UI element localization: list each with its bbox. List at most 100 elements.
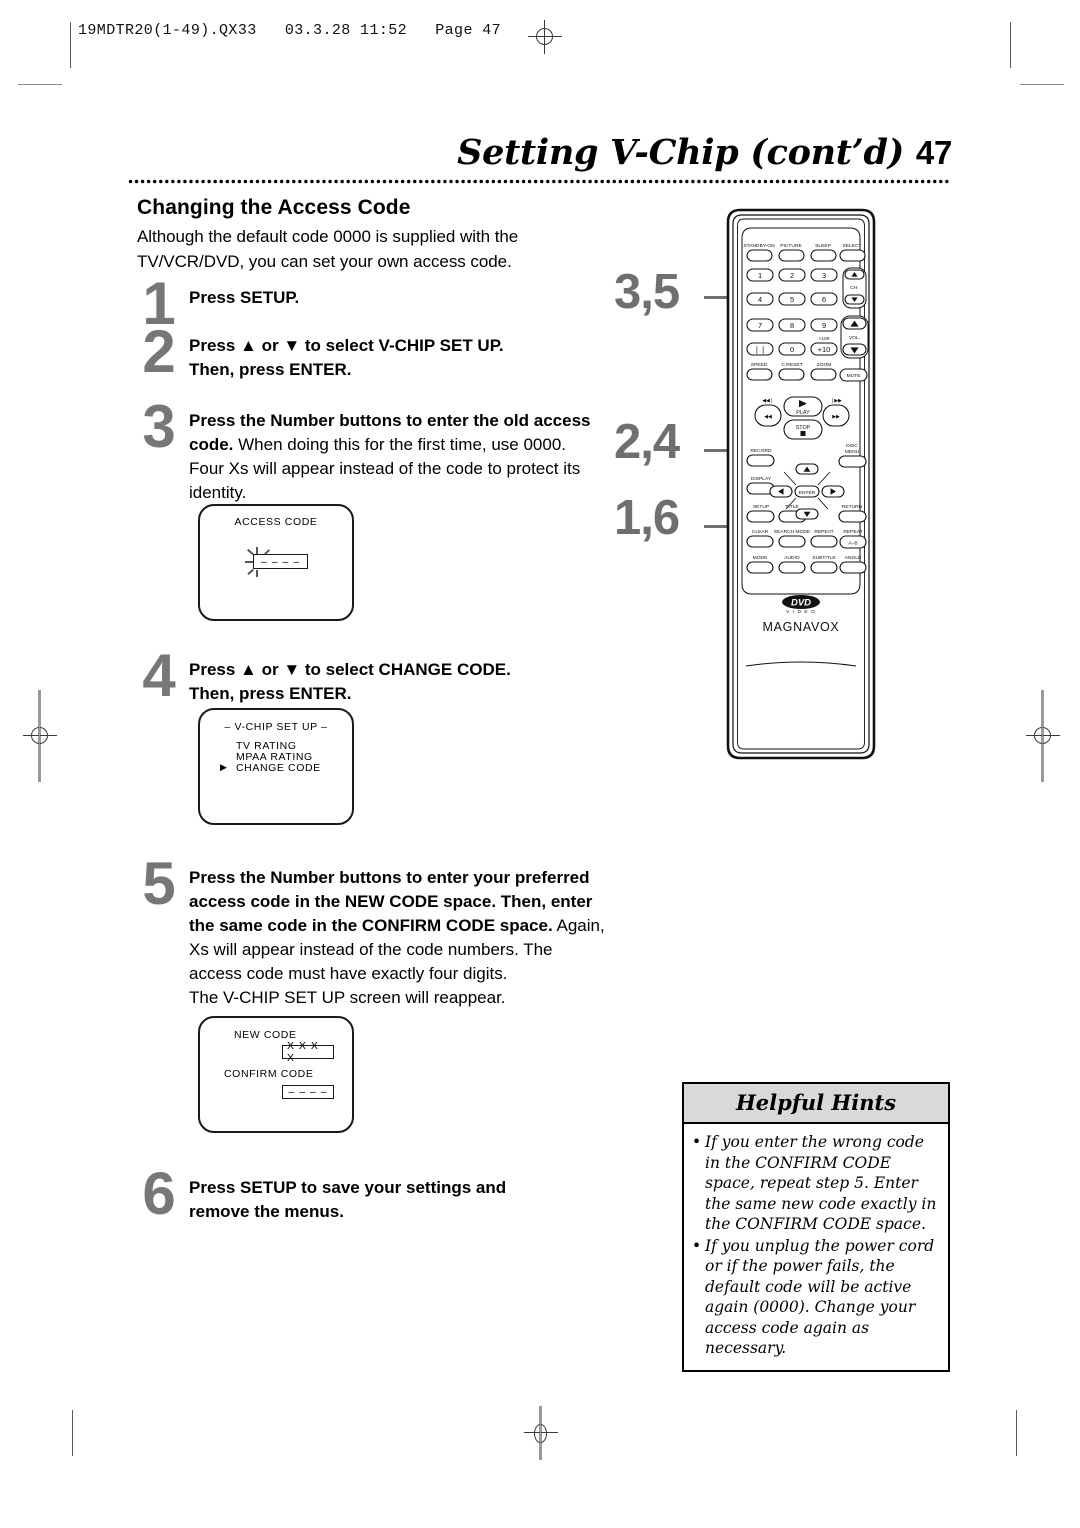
remote-label-select: SELECT [842, 243, 861, 249]
remote-button-repeat[interactable] [810, 535, 838, 548]
remote-label-picture: PICTURE [780, 243, 802, 249]
remote-label-6: 6 [822, 295, 826, 304]
remote-label-display: DISPLAY [751, 476, 772, 482]
step-5-text: Press the Number buttons to enter your p… [189, 868, 605, 1007]
remote-label-5: 5 [790, 295, 794, 304]
remote-label-8: 8 [790, 321, 794, 330]
step-4-text: Press ▲ or ▼ to select CHANGE CODE. Then,… [189, 660, 511, 703]
remote-label-4: 4 [758, 295, 762, 304]
title-divider [128, 179, 950, 184]
step-2-number: 2 [142, 318, 176, 385]
remote-label-enter: ENTER [799, 490, 816, 496]
remote-label-return: RETURN [842, 504, 863, 510]
hint-item: • If you enter the wrong code in the CON… [692, 1132, 938, 1235]
stop-icon [800, 431, 806, 436]
registration-mark-bottom [524, 1416, 558, 1450]
registration-mark-right [1026, 719, 1060, 753]
crop-mark-top-right [1010, 22, 1011, 68]
remote-label-search-mode: SEARCH MODE [774, 529, 811, 535]
remote-label-rewind: ◀◀ [764, 414, 772, 420]
remote-button-audio[interactable] [778, 561, 806, 574]
bullet-icon: • [692, 1133, 702, 1151]
remote-label-angle: ANGLE [845, 555, 862, 561]
remote-label-dvd-video: V I D E O [786, 609, 816, 615]
remote-label-sleep: SLEEP [815, 243, 831, 249]
remote-label-9: 9 [822, 321, 826, 330]
remote-label-standby-on: STANDBY-ON [743, 243, 775, 249]
remote-button-setup[interactable] [746, 510, 775, 523]
remote-button-angle[interactable] [839, 561, 867, 574]
vchip-item-change-code[interactable]: CHANGE CODE [236, 762, 321, 774]
access-code-title: ACCESS CODE [234, 516, 318, 528]
crop-mark-top-left-h [18, 84, 62, 85]
crop-mark-bottom-right [1016, 1410, 1017, 1456]
hint-item: • If you unplug the power cord or if the… [692, 1236, 938, 1359]
crop-mark-bottom-left [72, 1410, 73, 1456]
confirm-code-field: – – – – [282, 1085, 334, 1099]
new-code-field: X X X X [282, 1040, 334, 1064]
remote-button-mode[interactable] [746, 561, 774, 574]
remote-button-disc-menu[interactable] [838, 455, 867, 468]
remote-label-clear: CLEAR [752, 529, 769, 535]
step-3-text: Press the Number buttons to enter the ol… [189, 411, 591, 502]
remote-control-illustration: STANDBY-ON PICTURE SLEEP SELECT 1 2 3 4 … [706, 206, 896, 762]
remote-button-search-mode[interactable] [778, 535, 806, 548]
step-6-text: Press SETUP to save your settings and re… [189, 1178, 507, 1221]
remote-button-c-reset[interactable] [778, 368, 805, 381]
remote-label-2: 2 [790, 271, 794, 280]
remote-label-repeat: REPEAT [814, 529, 833, 535]
remote-button-clear[interactable] [746, 535, 774, 548]
crop-mark-top-left [70, 22, 71, 68]
blink-cursor-icon [245, 547, 270, 577]
remote-label-record: RECORD [750, 448, 772, 454]
remote-label-7: 7 [758, 321, 762, 330]
bullet-icon: • [692, 1236, 702, 1255]
remote-label-play: PLAY [796, 410, 810, 416]
remote-label-next: ❘▶▶ [830, 398, 842, 404]
hint-text: If you unplug the power cord or if the p… [705, 1236, 935, 1358]
callout-2-4: 2,4 [614, 415, 680, 469]
remote-label-menu: MENU [845, 449, 860, 455]
helpful-hints-body: • If you enter the wrong code in the CON… [684, 1124, 948, 1370]
step-5-number: 5 [142, 850, 176, 917]
remote-button-subtitle[interactable] [810, 561, 838, 574]
remote-label-repeat-ab: REPEAT [843, 529, 862, 535]
remote-label-prev: ◀◀❘ [762, 398, 774, 404]
remote-label-zoom: ZOOM [817, 362, 832, 368]
page-number: 47 [915, 134, 952, 171]
remote-button-return[interactable] [838, 510, 867, 523]
step-4-number: 4 [142, 642, 176, 709]
vchip-selection-cursor-icon: ▶ [220, 762, 228, 772]
remote-label-disc: DISC [846, 443, 858, 449]
print-header: 19MDTR20(1-49).QX33 03.3.28 11:52 Page 4… [78, 22, 502, 39]
remote-label-mute: MUTE [847, 373, 862, 379]
remote-label-pause: ❘❘ [754, 345, 766, 354]
remote-button-zoom[interactable] [810, 368, 837, 381]
remote-button-standby-on[interactable] [746, 249, 773, 262]
crop-mark-top-right-h [1020, 84, 1064, 85]
remote-label-vol: VOL. [849, 335, 860, 341]
callout-3-5: 3,5 [614, 265, 680, 319]
remote-button-select[interactable] [839, 249, 866, 262]
confirm-code-label: CONFIRM CODE [224, 1068, 314, 1080]
remote-label-speed: SPEED [751, 362, 768, 368]
remote-button-speed[interactable] [746, 368, 773, 381]
remote-label-1: 1 [758, 271, 762, 280]
remote-label-plus-hundred: +100 [818, 336, 829, 342]
remote-button-sleep[interactable] [810, 249, 837, 262]
screen-access-code: ACCESS CODE – – – – [198, 504, 354, 621]
step-3-number: 3 [142, 393, 176, 460]
remote-label-3: 3 [822, 271, 826, 280]
svg-text:DVD: DVD [791, 598, 811, 609]
screen-new-code: NEW CODE X X X X CONFIRM CODE – – – – [198, 1016, 354, 1133]
remote-button-picture[interactable] [778, 249, 805, 262]
remote-brand-magnavox: MAGNAVOX [763, 620, 840, 634]
remote-label-plus-ten: +10 [818, 345, 831, 354]
registration-mark-left [23, 719, 57, 753]
remote-button-record[interactable] [746, 454, 775, 467]
page-title-text: Setting V-Chip (cont’d) [457, 132, 904, 173]
screen-vchip-setup: – V-CHIP SET UP – TV RATING MPAA RATING … [198, 708, 354, 825]
remote-label-setup: SETUP [753, 504, 769, 510]
remote-label-subtitle: SUBTITLE [812, 555, 836, 561]
page-title: Setting V-Chip (cont’d) 47 [457, 132, 952, 173]
